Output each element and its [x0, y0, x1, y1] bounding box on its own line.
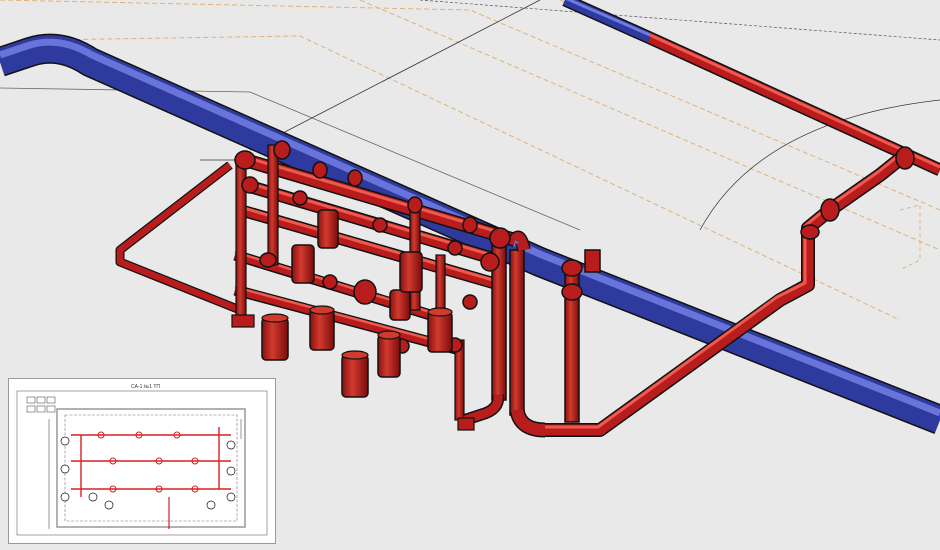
pressure-tank — [261, 313, 289, 361]
main-water-pipe — [0, 0, 940, 434]
pressure-tank — [427, 307, 453, 353]
pressure-tank — [317, 209, 339, 249]
pressure-tank — [399, 251, 423, 293]
inset-title: CA-1 №1 ТП — [131, 384, 160, 390]
pressure-tank — [291, 244, 315, 284]
pressure-tank — [377, 330, 401, 378]
schematic-inset: CA-1 №1 ТП — [8, 378, 276, 544]
pressure-tank — [309, 305, 335, 351]
pressure-tank — [389, 289, 411, 321]
pressure-tank — [341, 350, 369, 398]
fire-pipe-upper-right — [540, 32, 940, 437]
